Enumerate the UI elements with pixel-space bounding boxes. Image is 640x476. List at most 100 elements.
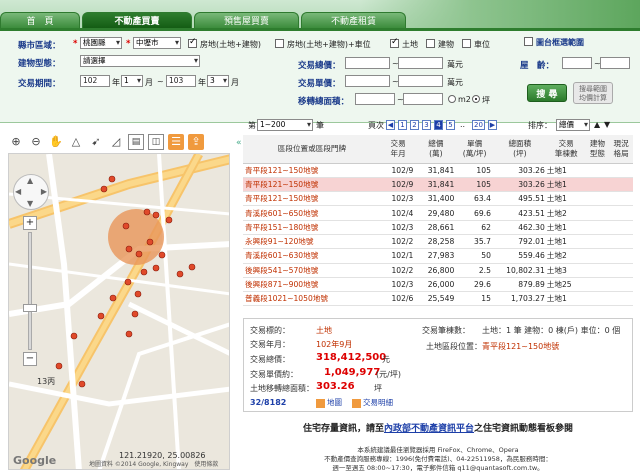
detail-panel: 交易標的： 土地 交易年月： 102年9月 交易總價： 318,412,500 … [243, 318, 633, 412]
cell-total: 27,983 [415, 248, 457, 264]
cell-address[interactable]: 青平段121~150地號 [243, 163, 381, 178]
table-row[interactable]: 永興段91~120地號 102/2 28,258 35.7 792.01 土地1 [243, 234, 633, 250]
total-price-min[interactable] [345, 57, 390, 69]
type-checkbox-parking[interactable] [462, 39, 471, 48]
age-max[interactable] [600, 57, 630, 69]
cell-layout [609, 191, 633, 207]
search-button[interactable]: 搜 尋 [527, 84, 567, 102]
type-checkbox-land[interactable] [390, 37, 399, 48]
page-1[interactable]: 1 [398, 120, 407, 130]
range-prefix: 第 [248, 121, 256, 130]
table-row[interactable]: 青溪段601~630地號 102/1 27,983 50 559.46 土地2 [243, 248, 633, 264]
unit-price-label: 交易單價： [298, 79, 341, 89]
zoom-slider-handle[interactable] [23, 304, 37, 312]
detail-area-value: 303.26 [316, 381, 355, 392]
print-icon[interactable]: ▤ [128, 134, 144, 150]
list-icon[interactable]: ☰ [168, 134, 184, 150]
district-select[interactable]: 中壢市 [133, 37, 181, 49]
locate-icon[interactable]: ➹ [88, 134, 104, 150]
cell-address[interactable]: 普義段1021~1050地號 [243, 291, 381, 307]
cell-address[interactable]: 青平段121~150地號 [243, 177, 381, 193]
pan-control[interactable]: ▲ ◀ ▶ ▼ [13, 174, 49, 210]
page-5[interactable]: 5 [446, 120, 455, 130]
table-row[interactable]: 青平段151~180地號 102/3 28,661 62 462.30 土地1 [243, 220, 633, 235]
page-prev-icon[interactable]: ◀ [386, 120, 395, 130]
age-label: 屋 齡： [520, 61, 555, 71]
range-average-button[interactable]: 搜尋範圍 均價計算 [573, 82, 613, 104]
table-row[interactable]: 青溪段601~650地號 102/4 29,480 69.6 423.51 土地2 [243, 205, 633, 221]
cell-address[interactable]: 青溪段601~650地號 [243, 205, 381, 221]
year-to-input[interactable]: 103 [166, 75, 196, 87]
table-row[interactable]: 青平段121~150地號 102/3 31,400 63.4 495.51 土地1 [243, 191, 633, 207]
page-next-icon[interactable]: ▶ [488, 120, 497, 130]
year-from-input[interactable]: 102 [80, 75, 110, 87]
area-max[interactable] [403, 93, 443, 105]
cell-address[interactable]: 永興段91~120地號 [243, 234, 381, 250]
type-label-building: 建物 [438, 40, 454, 49]
table-row[interactable]: 青平段121~150地號 102/9 31,841 105 303.26 土地1 [243, 163, 633, 178]
promo-link[interactable]: 內政部不動產資訊平台 [384, 424, 474, 434]
range-select[interactable]: 1~200 [257, 119, 313, 131]
transaction-detail-button[interactable]: 交易明細 [352, 397, 393, 408]
pan-left-icon[interactable]: ◀ [15, 187, 21, 196]
table-row[interactable]: 普義段1021~1050地號 102/6 25,549 15 1,703.27 土地1 [243, 291, 633, 307]
table-row[interactable]: 後興段871~900地號 102/3 26,000 29.6 879.89 土地25 [243, 277, 633, 293]
tab-presale[interactable]: 預售屋買賣 [194, 12, 299, 28]
unit-price-max[interactable] [398, 75, 443, 87]
cell-address[interactable]: 後興段871~900地號 [243, 277, 381, 293]
cell-count: 土地2 [546, 205, 586, 221]
pan-hand-icon[interactable]: ✋ [48, 134, 64, 150]
tab-rental[interactable]: 不動產租賃 [301, 12, 406, 28]
collapse-arrow-icon[interactable]: « [236, 138, 242, 148]
cell-address[interactable]: 後興段541~570地號 [243, 263, 381, 278]
measure-icon[interactable]: △ [68, 134, 84, 150]
cell-unit: 15 [456, 291, 493, 307]
page-last[interactable]: 20 [472, 120, 485, 130]
page-4[interactable]: 4 [434, 120, 443, 130]
table-row[interactable]: 後興段541~570地號 102/2 26,800 2.5 10,802.31 土地3 [243, 263, 633, 278]
tab-home[interactable]: 首 頁 [0, 12, 80, 28]
table-row[interactable]: 青平段121~150地號 102/9 31,841 105 303.26 土地1 [243, 177, 633, 193]
cell-address[interactable]: 青溪段601~630地號 [243, 248, 381, 264]
pan-right-icon[interactable]: ▶ [41, 187, 47, 196]
page-2[interactable]: 2 [410, 120, 419, 130]
area-min[interactable] [355, 93, 395, 105]
layers-icon[interactable]: ◫ [148, 134, 164, 150]
type-checkbox-building[interactable] [426, 39, 435, 48]
detail-type-label: 交易標的： [250, 326, 290, 335]
unit-radio-ping[interactable] [472, 95, 480, 103]
zoom-in-icon[interactable]: ⊕ [8, 134, 24, 150]
month-from-select[interactable]: 1 [121, 75, 143, 87]
map-select-checkbox[interactable] [524, 37, 533, 46]
unit-price-min[interactable] [345, 75, 390, 87]
export-icon[interactable]: ⇪ [188, 134, 204, 150]
type-checkbox-house-parking[interactable] [275, 39, 284, 48]
tilde-period: ~ [157, 77, 164, 86]
unit-radio-m2[interactable] [448, 95, 456, 103]
results-table: 區段位置或區段門牌 交易 年月 總價 (萬) 單價 (萬/坪) 總面積 (坪) 交易 筆棟… [243, 135, 633, 307]
sort-desc-icon[interactable]: ▼ [604, 120, 610, 129]
page-3[interactable]: 3 [422, 120, 431, 130]
age-min[interactable] [562, 57, 592, 69]
building-type-select[interactable]: 請選擇 [80, 55, 200, 67]
zoom-slider[interactable] [28, 232, 32, 350]
detail-date-label: 交易年月： [250, 340, 290, 349]
map-zoom-in-button[interactable]: + [23, 216, 37, 230]
month-to-select[interactable]: 3 [207, 75, 229, 87]
type-checkbox-house[interactable] [188, 37, 197, 48]
pan-up-icon[interactable]: ▲ [27, 176, 33, 185]
tab-real-estate-sale[interactable]: 不動產買賣 [82, 12, 192, 28]
sort-asc-icon[interactable]: ▲ [594, 120, 600, 129]
pan-down-icon[interactable]: ▼ [27, 199, 33, 208]
map-button[interactable]: 地圖 [316, 397, 342, 408]
sort-select[interactable]: 總價 [556, 119, 590, 131]
map-view[interactable]: 13丙 Google 121.21920, 25.00826 地圖資料 ©201… [8, 153, 230, 470]
city-select[interactable]: 桃園縣 [80, 37, 122, 49]
zoom-out-icon[interactable]: ⊖ [28, 134, 44, 150]
promo-text: 住宅存量資訊，請至內政部不動產資訊平台之住宅資訊動態看板參閱 [243, 421, 633, 434]
total-price-max[interactable] [398, 57, 443, 69]
map-zoom-out-button[interactable]: − [23, 352, 37, 366]
cell-address[interactable]: 青平段151~180地號 [243, 220, 381, 235]
cell-address[interactable]: 青平段121~150地號 [243, 191, 381, 207]
polygon-icon[interactable]: ◿ [108, 134, 124, 150]
